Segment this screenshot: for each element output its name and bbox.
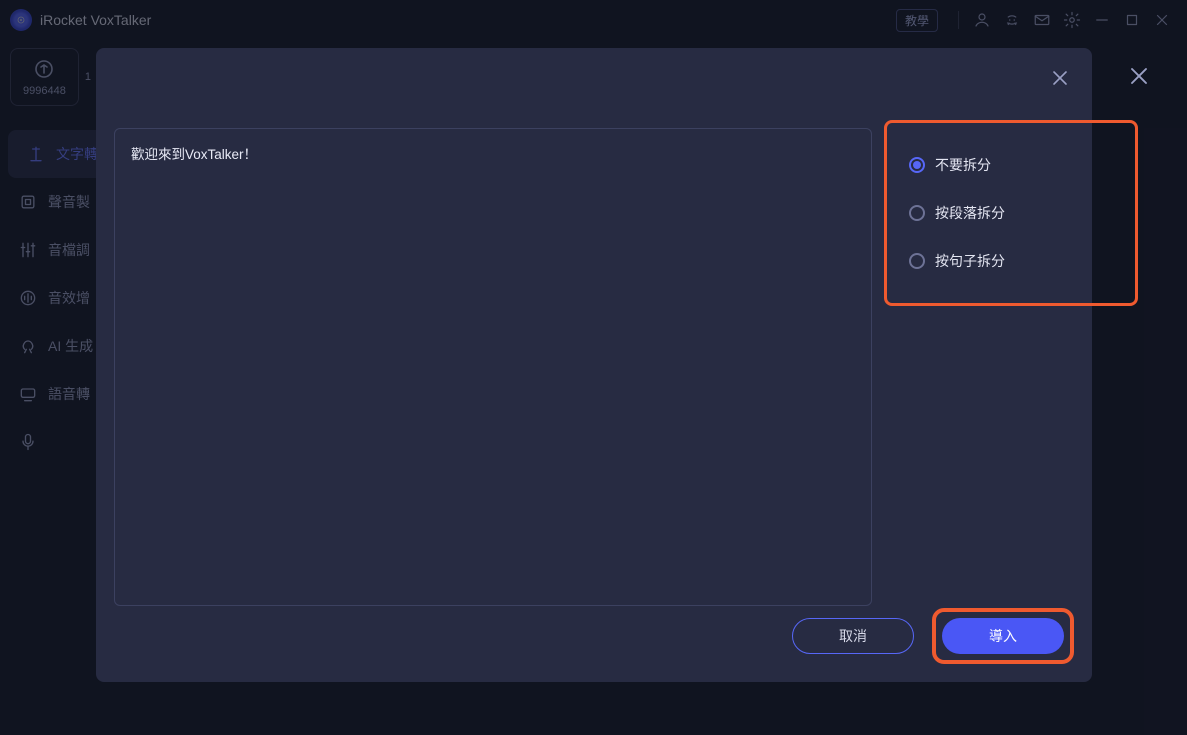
- import-modal: 歡迎來到VoxTalker！ 不要拆分 按段落拆分 按句子拆分 取消 導入: [96, 48, 1092, 682]
- welcome-text: 歡迎來到VoxTalker！: [131, 143, 855, 163]
- split-options-group: 不要拆分 按段落拆分 按句子拆分: [884, 120, 1138, 306]
- text-input-area[interactable]: 歡迎來到VoxTalker！: [114, 128, 872, 606]
- split-option-no-split[interactable]: 不要拆分: [901, 141, 1121, 189]
- split-option-label: 按句子拆分: [935, 251, 1005, 271]
- split-option-paragraph[interactable]: 按段落拆分: [901, 189, 1121, 237]
- modal-footer: 取消 導入: [792, 608, 1074, 664]
- modal-close-icon[interactable]: [1048, 66, 1072, 90]
- import-button[interactable]: 導入: [942, 618, 1064, 654]
- cancel-button[interactable]: 取消: [792, 618, 914, 654]
- radio-unselected-icon: [909, 205, 925, 221]
- split-option-label: 按段落拆分: [935, 203, 1005, 223]
- radio-unselected-icon: [909, 253, 925, 269]
- split-option-sentence[interactable]: 按句子拆分: [901, 237, 1121, 285]
- import-highlight-box: 導入: [932, 608, 1074, 664]
- radio-selected-icon: [909, 157, 925, 173]
- split-option-label: 不要拆分: [935, 155, 991, 175]
- panel-close-icon[interactable]: [1125, 62, 1153, 90]
